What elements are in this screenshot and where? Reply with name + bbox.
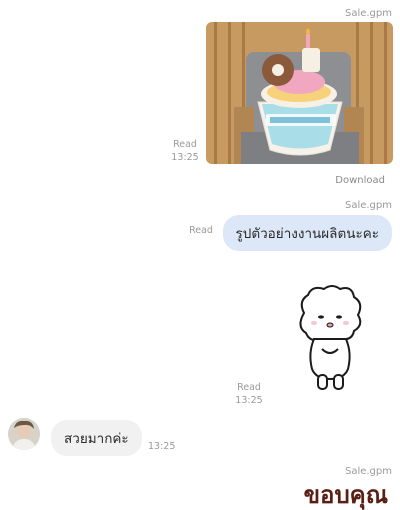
read-label: Read	[237, 382, 261, 393]
text-sticker[interactable]: ขอบคุณ	[304, 480, 388, 510]
incoming-message-bubble[interactable]: สวยมากค่ะ	[51, 420, 142, 456]
read-receipt: Read 13:25	[170, 138, 200, 164]
avatar-photo	[8, 418, 40, 450]
outgoing-message-bubble[interactable]: รูปตัวอย่างงานผลิตนะคะ	[222, 215, 392, 251]
cupcake-pillow-photo	[206, 22, 393, 164]
read-receipt: Read 13:25	[234, 381, 264, 407]
read-label: Read	[189, 225, 213, 236]
image-message[interactable]	[206, 22, 393, 164]
sheep-sticker[interactable]	[292, 283, 368, 395]
sender-name: Sale.gpm	[344, 8, 392, 19]
message-time: 13:25	[148, 441, 176, 452]
message-time: 13:25	[171, 152, 199, 163]
sheep-icon	[299, 285, 362, 390]
sender-name: Sale.gpm	[344, 200, 392, 211]
message-time: 13:25	[235, 395, 263, 406]
read-label: Read	[173, 139, 197, 150]
avatar[interactable]	[8, 418, 40, 450]
sender-name: Sale.gpm	[344, 466, 392, 477]
download-link[interactable]: Download	[335, 175, 385, 186]
